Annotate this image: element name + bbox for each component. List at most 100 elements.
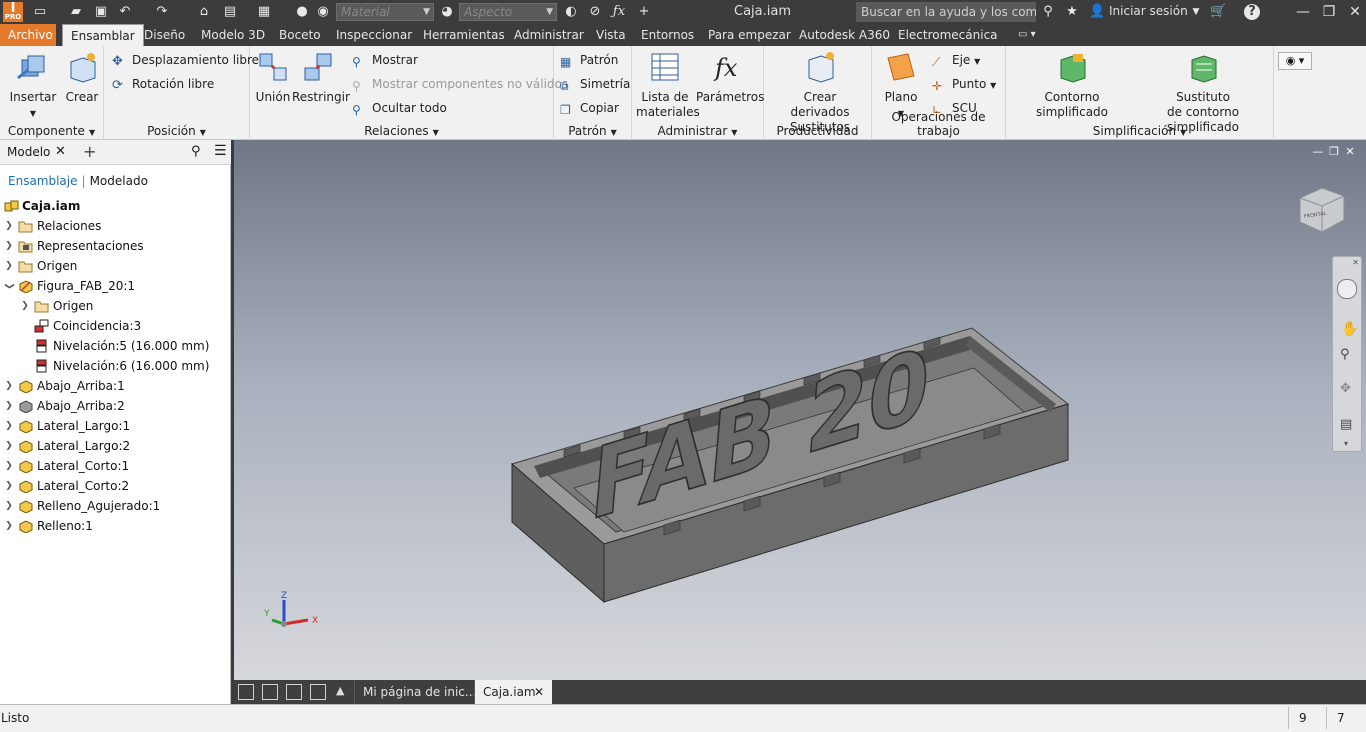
expand-icon[interactable]: ❯ [4,516,14,536]
panel-title-patron[interactable]: Patrón ▼ [554,124,631,138]
tab-para-empezar[interactable]: Para empezar [700,24,799,46]
binoculars-icon[interactable]: ⚲ [1040,4,1056,20]
tab-ensamblar[interactable]: Ensamblar [62,24,144,46]
close-button[interactable]: ✕ [1342,2,1366,22]
signin-dropdown-icon[interactable]: ▼ [1188,4,1204,20]
mode-modelado[interactable]: Modelado [90,174,148,188]
steering-wheel-icon[interactable] [1337,279,1357,299]
graphics-viewport[interactable]: — ❐ ✕ FRONTAL ✕ ✋ ⚲ ✥ ▤ ▾ FAB 20 Z X Y [234,140,1366,680]
tab-diseno[interactable]: Diseño [136,24,193,46]
tab-boceto[interactable]: Boceto [271,24,329,46]
zoom-icon[interactable]: ⚲ [1340,347,1350,362]
viewcube[interactable]: FRONTAL [1294,182,1348,236]
color-icon[interactable]: ● [294,4,310,20]
tree-item[interactable]: ❯ Figura_FAB_20:1 [4,276,135,296]
punto-button[interactable]: ✛ Punto ▼ [932,74,996,94]
lista-materiales-button[interactable]: Lista de materiales [636,50,700,120]
signin-link[interactable]: Iniciar sesión [1109,4,1188,18]
minimize-button[interactable]: — [1290,2,1316,22]
tile-horizontal-icon[interactable] [286,684,302,700]
adjust-icon[interactable]: ◐ [563,4,579,20]
help-search-input[interactable]: Buscar en la ayuda y los comandos [856,2,1036,22]
tab-entornos[interactable]: Entornos [633,24,702,46]
close-icon[interactable]: ✕ [55,144,66,159]
redo-icon[interactable]: ↷ [154,4,170,20]
expand-icon[interactable]: ❯ [4,416,14,436]
expand-icon[interactable]: ❯ [4,456,14,476]
undo-icon[interactable]: ↶ [117,4,133,20]
panel-title-simplificacion[interactable]: Simplificación ▼ [1006,124,1273,138]
search-icon[interactable]: ⚲ [191,144,201,159]
update-icon[interactable]: ▤ [222,4,238,20]
mostrar-button[interactable]: ⚲ Mostrar [352,50,418,70]
expand-icon[interactable]: ❯ [4,436,14,456]
pan-icon[interactable]: ✋ [1341,321,1358,337]
tree-item[interactable]: ❯ Representaciones [4,236,143,256]
save-icon[interactable]: ▣ [93,4,109,20]
viewport-close-icon[interactable]: ✕ [1342,145,1358,158]
expand-icon[interactable]: ❯ [20,296,30,316]
tree-item[interactable]: ❯ Relleno:1 [4,516,93,536]
expand-icon[interactable]: ❯ [4,236,14,256]
tab-archivo[interactable]: Archivo [0,24,56,46]
help-icon[interactable]: ? [1244,4,1260,20]
union-button[interactable]: Unión [254,50,292,105]
doc-tab-home[interactable]: Mi página de inic... [354,680,476,704]
user-icon[interactable]: 👤 [1089,4,1105,20]
doc-tab-caja[interactable]: Caja.iam ✕ [474,680,552,704]
tab-autodesk-a360[interactable]: Autodesk A360 [791,24,898,46]
panel-title-administrar[interactable]: Administrar ▼ [632,124,763,138]
home-icon[interactable]: ⌂ [196,4,212,20]
crear-button[interactable]: Crear [62,50,102,105]
sustituto-contorno-button[interactable]: Sustituto de contorno simplificado [1134,50,1272,135]
panel-title-posicion[interactable]: Posición ▼ [104,124,249,138]
appearance-dropdown[interactable]: Aspecto ▼ [459,3,557,21]
clear-appearance-icon[interactable]: ⊘ [587,4,603,20]
insertar-button[interactable]: Insertar ▼ [8,50,58,121]
ribbon-options-button[interactable]: ◉ ▾ [1278,52,1312,70]
tree-item[interactable]: ❯ Lateral_Corto:1 [4,456,129,476]
eje-button[interactable]: ⟋ Eje ▼ [932,50,980,70]
open-icon[interactable]: ▰ [68,4,84,20]
tree-item[interactable]: Nivelación:6 (16.000 mm) [20,356,209,376]
material-dropdown[interactable]: Material ▼ [336,3,434,21]
expand-icon[interactable]: ❯ [4,496,14,516]
collapse-icon[interactable]: ❯ [0,281,19,291]
tree-root[interactable]: Caja.iam [4,196,80,216]
navbar-close-icon[interactable]: ✕ [1352,258,1359,267]
tree-item[interactable]: ❯ Lateral_Largo:1 [4,416,130,436]
mostrar-no-validos-button[interactable]: ⚲ Mostrar componentes no válidos [352,74,568,94]
ocultar-todo-button[interactable]: ⚲ Ocultar todo [352,98,447,118]
box-3d-model[interactable]: FAB 20 [504,320,1074,610]
tab-inspeccionar[interactable]: Inspeccionar [328,24,420,46]
patron-button[interactable]: ▦ Patrón [560,50,618,70]
expand-icon[interactable]: ❯ [4,376,14,396]
plus-icon[interactable]: + [636,4,652,20]
browser-tab-modelo[interactable]: Modelo [7,145,50,159]
expand-icon[interactable]: ❯ [4,476,14,496]
crear-derivados-button[interactable]: Crear derivados Sustitutos [774,50,866,135]
tree-item[interactable]: ❯ Origen [20,296,93,316]
tree-item[interactable]: ❯ Relaciones [4,216,101,236]
fx-icon[interactable]: ƒx [611,4,627,20]
tile-vertical-icon[interactable] [310,684,326,700]
tree-item[interactable]: Coincidencia:3 [20,316,141,336]
expand-icon[interactable]: ❯ [4,256,14,276]
appearance-icon[interactable]: ◕ [439,4,455,20]
restore-button[interactable]: ❐ [1316,2,1342,22]
cascade-windows-icon[interactable] [238,684,254,700]
tree-item[interactable]: ❯ Lateral_Corto:2 [4,476,129,496]
panel-title-componente[interactable]: Componente ▼ [0,124,103,138]
new-icon[interactable]: ▭ [32,4,48,20]
simetria-button[interactable]: ⧉ Simetría [560,74,630,94]
tabs-up-icon[interactable]: ▲ [336,684,344,697]
mode-ensamblaje[interactable]: Ensamblaje [8,174,78,188]
viewport-restore-icon[interactable]: ❐ [1326,145,1342,158]
viewport-minimize-icon[interactable]: — [1310,145,1326,158]
copiar-button[interactable]: ❐ Copiar [560,98,619,118]
close-tab-icon[interactable]: ✕ [534,680,544,704]
navbar-menu-icon[interactable]: ▾ [1344,439,1348,448]
panel-title-relaciones[interactable]: Relaciones ▼ [250,124,553,138]
cart-icon[interactable]: 🛒 [1210,4,1226,20]
tab-vista[interactable]: Vista [588,24,634,46]
